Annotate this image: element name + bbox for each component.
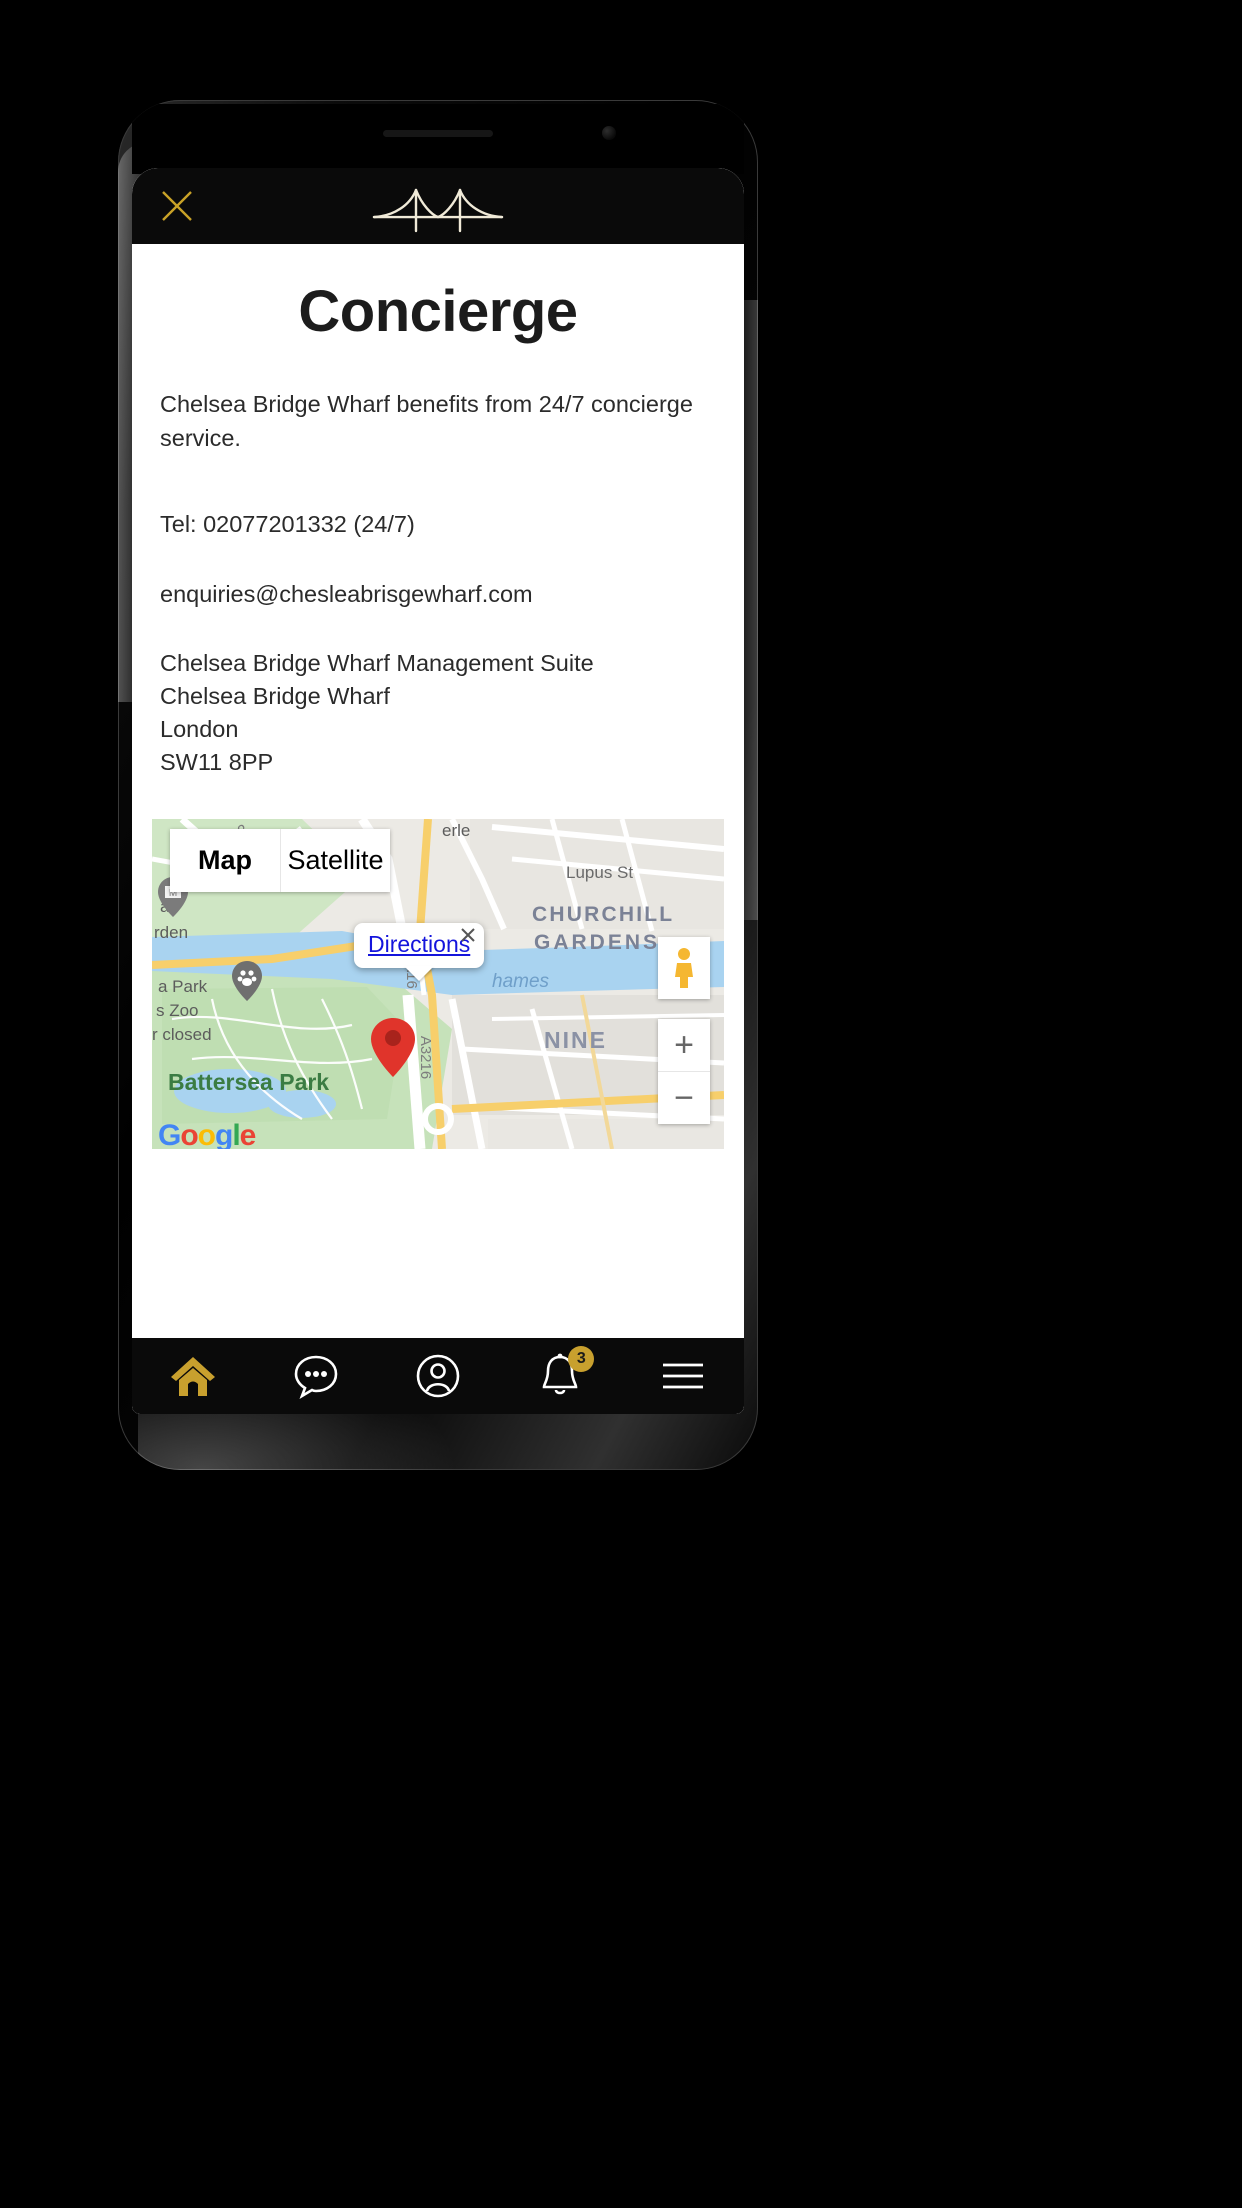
street-view-pegman-icon[interactable] [658,937,710,999]
nav-item-notifications[interactable]: 3 [532,1346,595,1404]
page-title: Concierge [298,279,578,344]
intro-paragraph: Chelsea Bridge Wharf benefits from 24/7 … [160,391,693,451]
nav-item-messages[interactable] [288,1348,344,1404]
bridge-logo-icon [368,181,508,233]
map-pin-icon[interactable] [370,1017,416,1084]
app-header [132,168,744,244]
nav-item-home[interactable] [165,1348,221,1404]
map-type-map-button[interactable]: Map [170,829,280,892]
hamburger-menu-icon [662,1363,703,1389]
map-zoom-controls[interactable]: + − [658,1019,710,1124]
email-line[interactable]: enquiries@chesleabrisgewharf.com [160,577,716,611]
address-line-2: Chelsea Bridge Wharf [160,683,390,709]
home-icon [171,1357,216,1396]
address-line-1: Chelsea Bridge Wharf Management Suite [160,650,594,676]
page-content: Concierge Chelsea Bridge Wharf benefits … [132,244,744,1338]
telephone-line[interactable]: Tel: 02077201332 (24/7) [160,507,716,541]
address-line-4: SW11 8PP [160,749,274,775]
screenshot-root: Concierge Chelsea Bridge Wharf benefits … [0,0,1242,2208]
map-type-toggle[interactable]: Map Satellite [170,829,390,892]
notifications-badge: 3 [568,1346,595,1372]
map-type-satellite-button[interactable]: Satellite [280,829,390,892]
google-map-embed[interactable]: a rden a Park s Zoo r closed erle Batter… [152,819,724,1149]
infowindow-tail [404,966,435,981]
earpiece-speaker [383,130,493,137]
device-top-bezel [132,104,744,174]
nav-item-menu[interactable] [655,1348,711,1404]
address-line-3: London [160,716,239,742]
infowindow-close-icon[interactable] [458,925,478,945]
chat-bubble-icon [294,1355,337,1399]
phone-screen: Concierge Chelsea Bridge Wharf benefits … [132,168,744,1414]
body-text-block: Chelsea Bridge Wharf benefits from 24/7 … [132,355,744,779]
close-x-icon[interactable] [158,187,196,225]
zoom-in-button[interactable]: + [658,1019,710,1071]
phone-device-frame: Concierge Chelsea Bridge Wharf benefits … [118,100,758,1470]
zoom-out-button[interactable]: − [658,1072,710,1124]
google-watermark: Google [158,1119,256,1149]
bottom-navigation-bar: 3 [132,1338,744,1414]
map-infowindow: Directions [354,923,485,981]
nav-item-profile[interactable] [410,1348,466,1404]
directions-link[interactable]: Directions [368,931,470,958]
user-circle-icon [416,1354,460,1398]
front-camera [602,126,616,140]
